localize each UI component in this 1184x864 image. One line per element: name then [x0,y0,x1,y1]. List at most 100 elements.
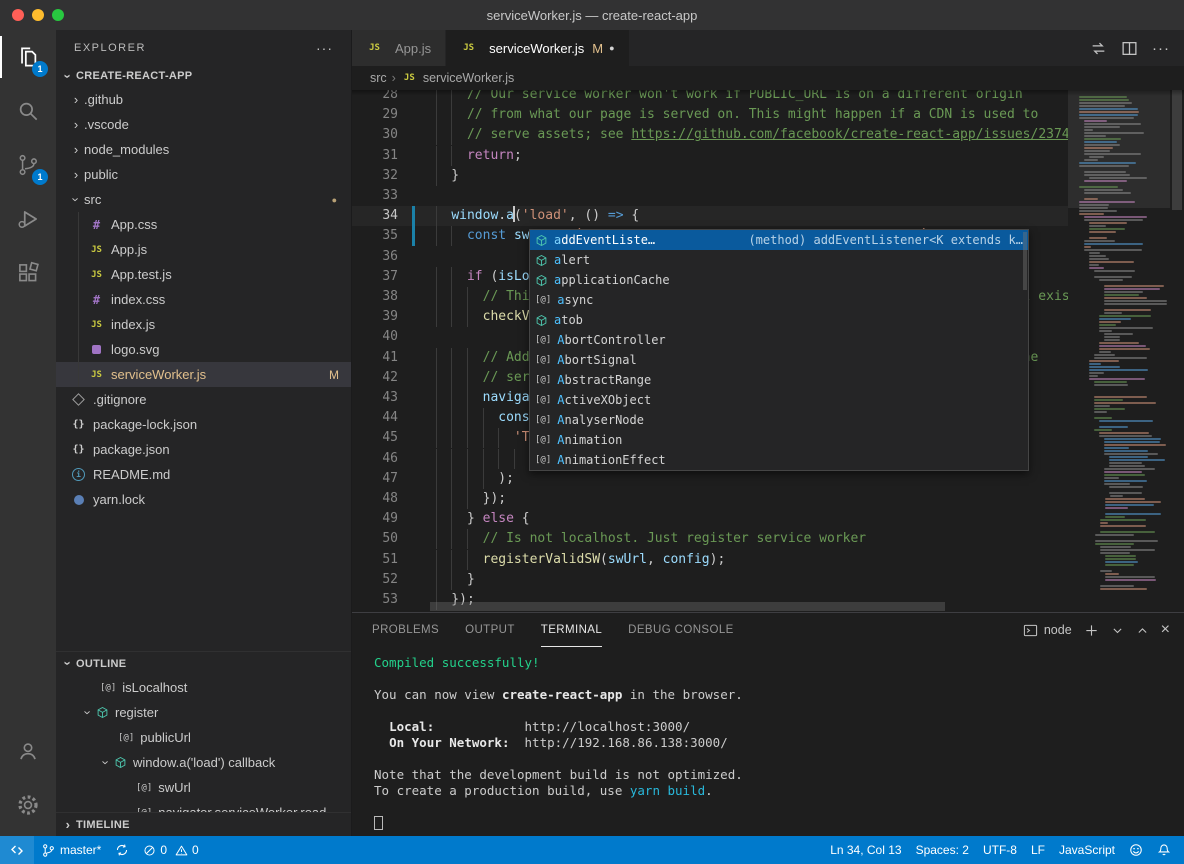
minimap[interactable] [1068,90,1170,612]
panel-tab-debug-console[interactable]: DEBUG CONSOLE [628,613,734,647]
code-line-52[interactable]: 52 } [352,569,1068,590]
tree-item-.vscode[interactable]: › .vscode [56,112,351,137]
eol-indicator[interactable]: LF [1024,836,1052,864]
tree-item-.github[interactable]: › .github [56,87,351,112]
tree-item-package.json[interactable]: {} package.json [56,437,351,462]
suggest-scrollbar[interactable] [1023,232,1027,290]
suggestion-AbstractRange[interactable]: [@] AbstractRange [530,370,1028,390]
code-line-47[interactable]: 47 ); [352,468,1068,489]
tree-item-package-lock.json[interactable]: {} package-lock.json [56,412,351,437]
compare-changes-icon[interactable] [1090,40,1107,57]
tree-item-README.md[interactable]: README.md [56,462,351,487]
language-mode[interactable]: JavaScript [1052,836,1122,864]
new-terminal-button[interactable] [1084,623,1099,638]
breadcrumb[interactable]: src › JS serviceWorker.js [352,66,1184,90]
code-line-28[interactable]: 28 // Our service worker won't work if P… [352,90,1068,105]
code-line-34[interactable]: 34 window.a('load', () => { [352,206,1068,227]
suggestion-ActiveXObject[interactable]: [@] ActiveXObject [530,390,1028,410]
activity-search-button[interactable] [0,84,56,138]
suggestion-addEventListe…[interactable]: addEventListe… (method) addEventListener<… [530,230,1028,250]
panel-tab-terminal[interactable]: TERMINAL [540,613,603,647]
tree-item-node_modules[interactable]: › node_modules [56,137,351,162]
outline-item-publicUrl[interactable]: [@] publicUrl [56,725,351,750]
code-line-50[interactable]: 50 // Is not localhost. Just register se… [352,529,1068,550]
cursor-position[interactable]: Ln 34, Col 13 [823,836,908,864]
outline-item-navigator.serviceWorker.read[interactable]: [@]navigator.serviceWorker.read [56,800,351,812]
outline-item-window.a('load') callback[interactable]: › window.a('load') callback [56,750,351,775]
panel-tab-output[interactable]: OUTPUT [465,613,515,647]
suggestion-AnalyserNode[interactable]: [@] AnalyserNode [530,410,1028,430]
tab-app-js[interactable]: JS App.js [352,30,447,66]
outline-item-swUrl[interactable]: [@] swUrl [56,775,351,800]
tree-item-.gitignore[interactable]: .gitignore [56,387,351,412]
outline-item-isLocalhost[interactable]: [@] isLocalhost [56,675,351,700]
git-branch-indicator[interactable]: master* [34,836,108,864]
code-line-49[interactable]: 49 } else { [352,509,1068,530]
breadcrumb-file[interactable]: serviceWorker.js [423,71,514,85]
zoom-window-button[interactable] [52,9,64,21]
maximize-panel-button[interactable] [1136,624,1149,637]
outline-item-register[interactable]: › register [56,700,351,725]
tree-item-serviceWorker.js[interactable]: JS serviceWorker.js M [56,362,351,387]
code-line-51[interactable]: 51 registerValidSW(swUrl, config); [352,549,1068,570]
tree-item-index.js[interactable]: JS index.js [56,312,351,337]
account-button[interactable] [0,724,56,778]
tree-item-public[interactable]: › public [56,162,351,187]
suggestion-AnimationEffect[interactable]: [@] AnimationEffect [530,450,1028,470]
suggestion-AbortSignal[interactable]: [@] AbortSignal [530,350,1028,370]
split-editor-icon[interactable] [1121,40,1138,57]
panel-tab-problems[interactable]: PROBLEMS [372,613,439,647]
tree-item-App.css[interactable]: # App.css [56,212,351,237]
tree-item-App.test.js[interactable]: JS App.test.js [56,262,351,287]
code-line-32[interactable]: 32 } [352,165,1068,186]
tree-item-yarn.lock[interactable]: yarn.lock [56,487,351,512]
sync-button[interactable] [108,836,136,864]
timeline-section-header[interactable]: › TIMELINE [56,812,351,836]
activity-extensions-button[interactable] [0,246,56,300]
suggestion-Animation[interactable]: [@] Animation [530,430,1028,450]
suggestion-async[interactable]: [@] async [530,290,1028,310]
horizontal-scrollbar[interactable] [420,602,1068,612]
indentation-indicator[interactable]: Spaces: 2 [909,836,976,864]
suggestion-applicationCache[interactable]: applicationCache [530,270,1028,290]
tree-item-index.css[interactable]: # index.css [56,287,351,312]
terminal-output[interactable]: Compiled successfully! You can now view … [352,647,1184,836]
close-panel-button[interactable]: × [1161,622,1170,638]
notifications-button[interactable] [1150,836,1178,864]
outline-section-header[interactable]: › OUTLINE [56,651,351,675]
outline-label: swUrl [158,780,191,795]
suggestion-atob[interactable]: atob [530,310,1028,330]
breadcrumb-folder[interactable]: src [370,71,387,85]
code-editor[interactable]: 28 // Our service worker won't work if P… [352,90,1184,612]
tab-serviceworker-js[interactable]: JS serviceWorker.js M ● [446,30,629,66]
tree-item-logo.svg[interactable]: logo.svg [56,337,351,362]
suggestion-alert[interactable]: alert [530,250,1028,270]
terminal-dropdown-button[interactable] [1111,624,1124,637]
code-line-31[interactable]: 31 return; [352,145,1068,166]
explorer-more-actions-icon[interactable]: ··· [316,40,333,56]
tree-item-src[interactable]: › src ● [56,187,351,212]
code-line-48[interactable]: 48 }); [352,489,1068,509]
settings-button[interactable] [0,778,56,832]
tree-item-App.js[interactable]: JS App.js [56,237,351,262]
project-section-header[interactable]: › CREATE-REACT-APP [56,65,351,87]
vertical-scrollbar[interactable] [1170,90,1184,612]
account-icon [20,743,36,760]
minimize-window-button[interactable] [32,9,44,21]
activity-explorer-button[interactable]: 1 [0,30,56,84]
suggestion-AbortController[interactable]: [@] AbortController [530,330,1028,350]
activity-source-control-button[interactable]: 1 [0,138,56,192]
outline-label: register [115,705,159,720]
encoding-indicator[interactable]: UTF-8 [976,836,1024,864]
close-window-button[interactable] [12,9,24,21]
remote-indicator[interactable] [0,836,34,864]
code-line-30[interactable]: 30 // serve assets; see https://github.c… [352,125,1068,146]
feedback-button[interactable] [1122,836,1150,864]
problems-indicator[interactable]: 0 0 [136,836,205,864]
activity-run-debug-button[interactable] [0,192,56,246]
window-title: serviceWorker.js — create-react-app [486,7,698,23]
code-line-33[interactable]: 33 [352,186,1068,206]
code-line-29[interactable]: 29 // from what our page is served on. T… [352,105,1068,126]
more-actions-icon[interactable]: ··· [1152,40,1170,57]
terminal-shell-select[interactable]: node [1023,623,1072,638]
